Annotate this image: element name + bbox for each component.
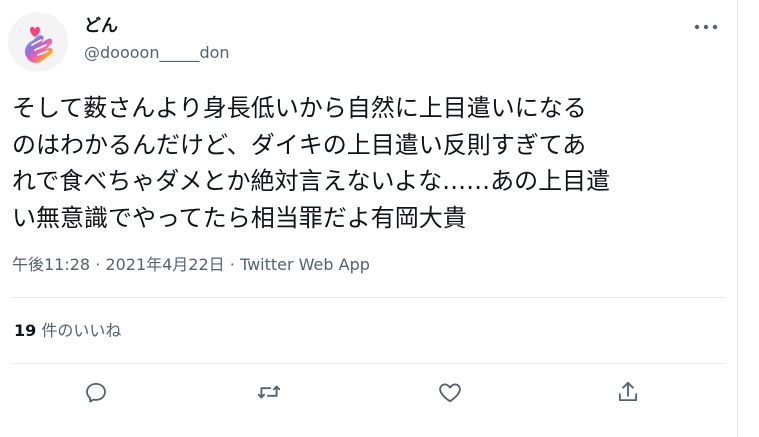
- share-icon: [618, 381, 638, 402]
- tweet-source[interactable]: Twitter Web App: [240, 255, 370, 274]
- heart-icon: [439, 383, 461, 403]
- like-button[interactable]: [432, 374, 468, 410]
- tweet-meta: 午後11:28 · 2021年4月22日 · Twitter Web App: [12, 253, 370, 277]
- likes-label: 件のいいね: [36, 321, 122, 340]
- more-options-icon[interactable]: [688, 12, 724, 42]
- column-border: [737, 0, 738, 437]
- reply-button[interactable]: [78, 374, 114, 410]
- tweet-detail: どん @doooon_____don そして薮さんより身長低いから自然に上目遣い…: [0, 0, 759, 437]
- share-button[interactable]: [610, 374, 646, 410]
- likes-count: 19: [14, 321, 37, 340]
- retweet-icon: [257, 385, 281, 399]
- tweet-text: そして薮さんより身長低いから自然に上目遣いになる のはわかるんだけど、ダイキの上…: [12, 94, 611, 232]
- retweet-button[interactable]: [251, 374, 287, 410]
- tweet-time[interactable]: 午後11:28: [12, 255, 90, 274]
- user-handle[interactable]: @doooon_____don: [84, 42, 230, 64]
- divider-top: [12, 297, 726, 298]
- display-name[interactable]: どん: [84, 14, 118, 38]
- divider-bottom: [12, 363, 726, 364]
- tweet-date[interactable]: 2021年4月22日: [105, 255, 224, 274]
- meta-separator: ·: [95, 255, 101, 274]
- meta-separator-2: ·: [229, 255, 235, 274]
- likes-count-link[interactable]: 19 件のいいね: [14, 320, 121, 342]
- reply-icon: [86, 382, 106, 403]
- avatar[interactable]: [8, 12, 68, 72]
- heart-hand-sign-avatar-icon: [8, 12, 68, 72]
